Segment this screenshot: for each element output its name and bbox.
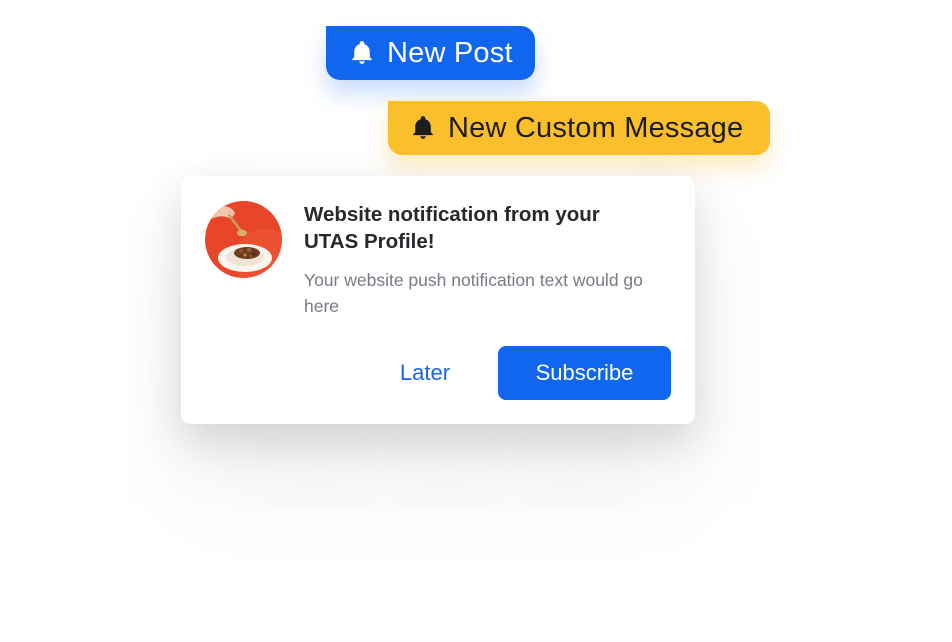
food-plate-image bbox=[205, 201, 282, 278]
new-custom-message-tag: New Custom Message bbox=[388, 101, 770, 155]
notification-title: Website notification from your UTAS Prof… bbox=[304, 203, 600, 253]
new-custom-message-label: New Custom Message bbox=[448, 111, 744, 144]
notification-body: Your website push notification text woul… bbox=[304, 270, 643, 316]
avatar bbox=[205, 201, 282, 278]
stage: New Post New Custom Message Website noti… bbox=[0, 0, 952, 642]
subscribe-button[interactable]: Subscribe bbox=[498, 346, 671, 400]
later-button[interactable]: Later bbox=[381, 346, 469, 400]
notification-card: Website notification from your UTAS Prof… bbox=[181, 176, 695, 424]
bell-icon bbox=[413, 116, 433, 139]
new-post-tag: New Post bbox=[326, 26, 535, 80]
bell-icon bbox=[352, 41, 372, 64]
new-post-label: New Post bbox=[387, 36, 513, 69]
